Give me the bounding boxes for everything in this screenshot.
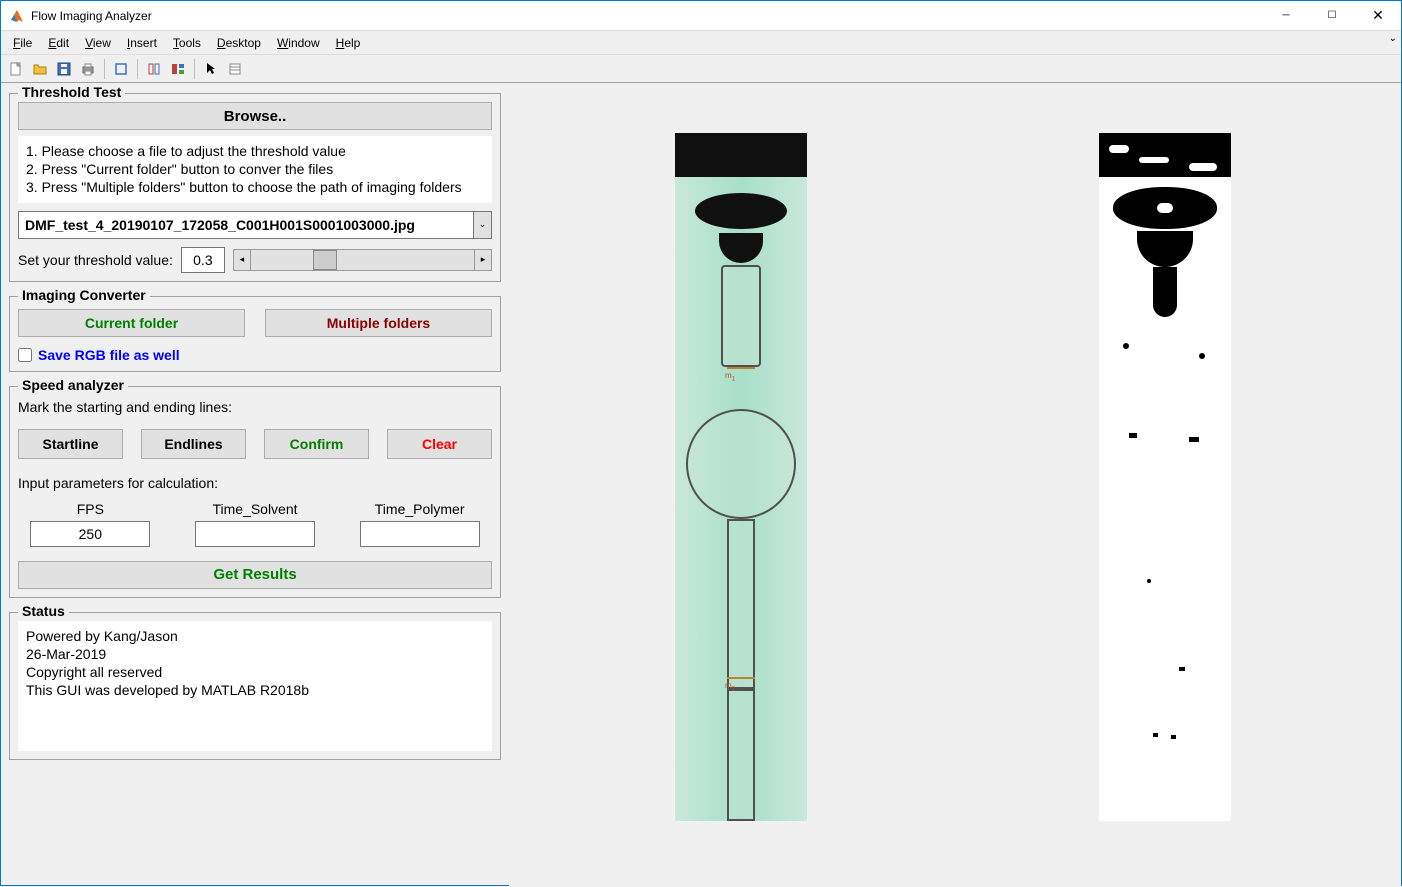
menu-view[interactable]: View [77, 34, 119, 52]
status-text: Powered by Kang/Jason 26-Mar-2019 Copyri… [18, 621, 492, 751]
slider-thumb[interactable] [313, 250, 337, 270]
menu-file[interactable]: File [5, 34, 40, 52]
file-select[interactable]: DMF_test_4_20190107_172058_C001H001S0001… [18, 211, 492, 239]
save-rgb-checkbox[interactable] [18, 348, 32, 362]
menu-window[interactable]: Window [269, 34, 328, 52]
threshold-value[interactable]: 0.3 [181, 247, 225, 273]
converter-legend: Imaging Converter [18, 287, 150, 303]
menu-tools[interactable]: Tools [165, 34, 209, 52]
menubar: File Edit View Insert Tools Desktop Wind… [1, 31, 1401, 55]
file-combo[interactable]: DMF_test_4_20190107_172058_C001H001S0001… [18, 211, 474, 239]
print-icon[interactable] [77, 58, 99, 80]
threshold-instructions: 1. Please choose a file to adjust the th… [18, 136, 492, 203]
threshold-legend: Threshold Test [18, 84, 125, 100]
threshold-slider[interactable]: ◂ ▸ [233, 249, 492, 271]
mark-lines-label: Mark the starting and ending lines: [18, 399, 492, 415]
endlines-button[interactable]: Endlines [141, 429, 246, 459]
save-icon[interactable] [53, 58, 75, 80]
status-legend: Status [18, 603, 69, 619]
toolbar [1, 55, 1401, 83]
status-group: Status Powered by Kang/Jason 26-Mar-2019… [9, 612, 501, 760]
time-polymer-input[interactable] [360, 521, 480, 547]
multiple-folders-button[interactable]: Multiple folders [265, 309, 492, 337]
pointer-icon[interactable] [200, 58, 222, 80]
slider-right-icon[interactable]: ▸ [474, 249, 492, 271]
open-icon[interactable] [29, 58, 51, 80]
menu-insert[interactable]: Insert [119, 34, 165, 52]
original-image-view: m1 m2 [675, 133, 807, 821]
time-solvent-input[interactable] [195, 521, 315, 547]
minimize-button[interactable]: ─ [1263, 1, 1309, 31]
properties-icon[interactable] [224, 58, 246, 80]
fps-label: FPS [77, 501, 104, 517]
imaging-converter-group: Imaging Converter Current folder Multipl… [9, 296, 501, 372]
time-solvent-label: Time_Solvent [212, 501, 297, 517]
file-combo-arrow[interactable]: ⌄ [474, 211, 492, 239]
startline-button[interactable]: Startline [18, 429, 123, 459]
dock-icon[interactable] [143, 58, 165, 80]
slider-left-icon[interactable]: ◂ [233, 249, 251, 271]
input-params-label: Input parameters for calculation: [18, 475, 492, 491]
browse-button[interactable]: Browse.. [18, 102, 492, 130]
menu-help[interactable]: Help [328, 34, 369, 52]
menu-edit[interactable]: Edit [40, 34, 77, 52]
current-folder-button[interactable]: Current folder [18, 309, 245, 337]
link-icon[interactable] [110, 58, 132, 80]
get-results-button[interactable]: Get Results [18, 561, 492, 589]
threshold-test-group: Threshold Test Browse.. 1. Please choose… [9, 93, 501, 282]
clear-button[interactable]: Clear [387, 429, 492, 459]
maximize-button[interactable]: ☐ [1309, 1, 1355, 31]
close-button[interactable]: ✕ [1355, 1, 1401, 31]
titlebar: Flow Imaging Analyzer ─ ☐ ✕ [1, 1, 1401, 31]
image-area: m1 m2 [509, 83, 1401, 887]
matlab-icon [9, 8, 25, 24]
time-polymer-label: Time_Polymer [375, 501, 465, 517]
layout-icon[interactable] [167, 58, 189, 80]
menu-desktop[interactable]: Desktop [209, 34, 269, 52]
menu-corner-icon[interactable]: ⌄ [1389, 33, 1397, 44]
fps-input[interactable] [30, 521, 150, 547]
window-title: Flow Imaging Analyzer [31, 9, 152, 23]
speed-legend: Speed analyzer [18, 377, 128, 393]
speed-analyzer-group: Speed analyzer Mark the starting and end… [9, 386, 501, 598]
confirm-button[interactable]: Confirm [264, 429, 369, 459]
slider-track[interactable] [251, 249, 474, 271]
save-rgb-label: Save RGB file as well [38, 347, 180, 363]
threshold-label: Set your threshold value: [18, 252, 173, 268]
window-controls: ─ ☐ ✕ [1263, 1, 1401, 31]
left-panel: Threshold Test Browse.. 1. Please choose… [1, 83, 509, 887]
new-icon[interactable] [5, 58, 27, 80]
binary-image-view [1099, 133, 1231, 821]
